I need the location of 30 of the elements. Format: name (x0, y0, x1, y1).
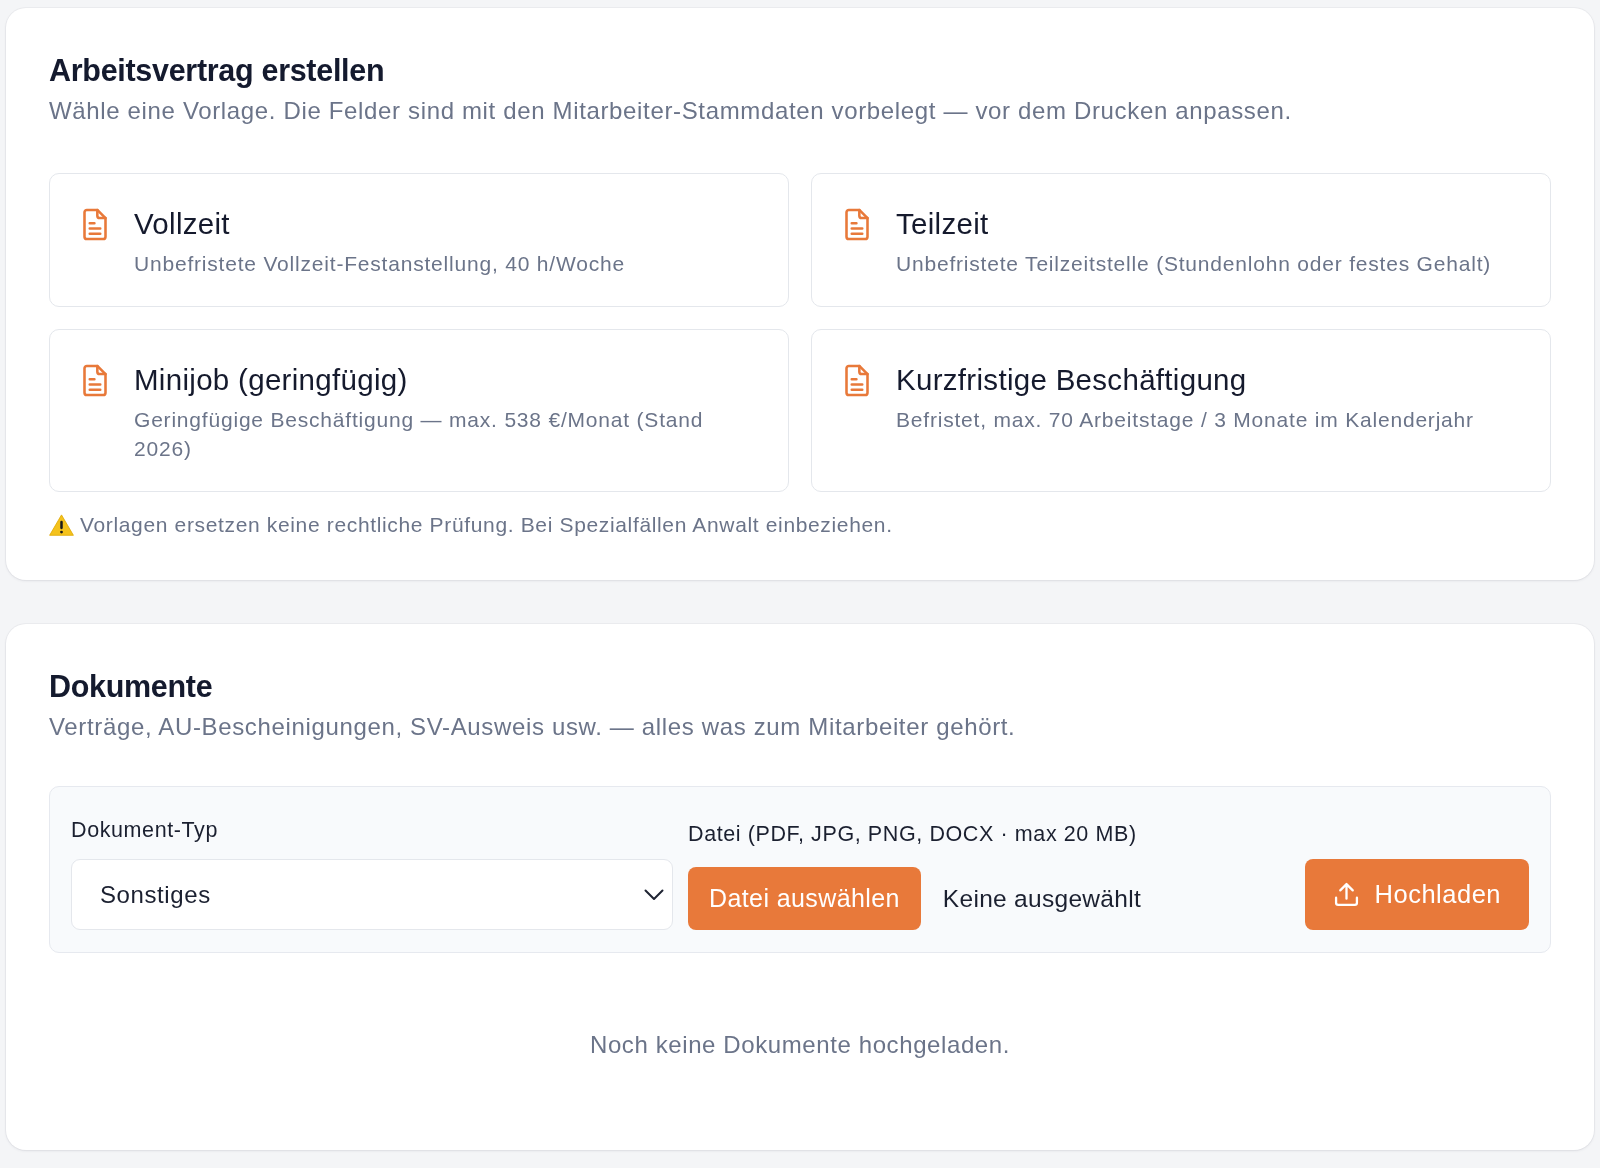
upload-icon (1333, 882, 1359, 907)
template-title: Kurzfristige Beschäftigung (896, 363, 1248, 397)
template-card[interactable]: Minijob (geringfügig) Geringfügige Beschäftigung — max. 538 €/Monat (Stand 2026) (49, 329, 789, 492)
field-label: Datei (PDF, JPG, PNG, DOCX · max 20 MB) (688, 821, 1138, 847)
template-card[interactable]: Kurzfristige Beschäftigung Befristet, max. 70 Arbeitstage / 3 Monate im Kalenderjahr (811, 329, 1551, 492)
document-icon (843, 364, 871, 397)
document-icon (843, 208, 871, 241)
section-subtitle: Wähle eine Vorlage. Die Felder sind mit den Mitarbeiter-Stammdaten vorbelegt — vor dem Drucken anpassen. (49, 96, 1293, 126)
template-title: Vollzeit (134, 207, 231, 241)
template-card[interactable]: Vollzeit Unbefristete Vollzeit-Festanstellung, 40 h/Woche (49, 173, 789, 307)
chevron-down-icon (644, 888, 664, 901)
notice-text: Vorlagen ersetzen keine rechtliche Prüfung. Bei Spezialfällen Anwalt einbeziehen. (80, 512, 893, 538)
file-status-text: Keine ausgewählt (942, 884, 1142, 913)
template-description: Befristet, max. 70 Arbeitstage / 3 Monate im Kalenderjahr (896, 407, 1474, 433)
document-icon (81, 364, 109, 397)
section-title: Arbeitsvertrag erstellen (49, 52, 386, 88)
field-label: Dokument-Typ (71, 817, 219, 843)
template-description: Geringfügige Beschäftigung — max. 538 €/Monat (Stand 2026) (134, 407, 705, 462)
empty-message: Noch keine Dokumente hochgeladen. (588, 1030, 1012, 1060)
section-subtitle: Verträge, AU-Bescheinigungen, SV-Ausweis usw. — alles was zum Mitarbeiter gehört. (49, 712, 1017, 742)
section-title: Dokumente (49, 668, 214, 704)
template-title: Minijob (geringfügig) (134, 363, 409, 397)
select-value: Sonstiges (100, 880, 211, 909)
warning-icon (49, 514, 74, 536)
template-description: Unbefristete Teilzeitstelle (Stundenlohn oder festes Gehalt) (896, 251, 1492, 277)
document-icon (81, 208, 109, 241)
template-description: Unbefristete Vollzeit-Festanstellung, 40 h/Woche (134, 251, 625, 277)
template-title: Teilzeit (896, 207, 990, 241)
template-card[interactable]: Teilzeit Unbefristete Teilzeitstelle (Stundenlohn oder festes Gehalt) (811, 173, 1551, 307)
document-type-select[interactable]: Sonstiges (71, 859, 673, 930)
